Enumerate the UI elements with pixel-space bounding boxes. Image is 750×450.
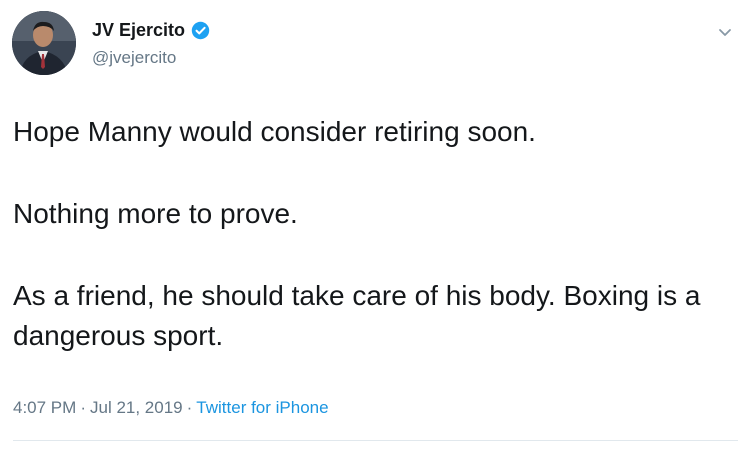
- author-handle[interactable]: @jvejercito: [92, 48, 176, 68]
- tweet-paragraph: As a friend, he should take care of his …: [13, 280, 701, 351]
- verified-badge-icon: [191, 21, 210, 40]
- avatar[interactable]: [12, 11, 76, 75]
- tweet-text: Hope Manny would consider retiring soon.…: [13, 112, 738, 356]
- tweet-date[interactable]: Jul 21, 2019: [90, 398, 183, 417]
- author-name-row[interactable]: JV Ejercito: [92, 20, 210, 41]
- meta-separator: ·: [186, 398, 193, 417]
- tweet-menu-button[interactable]: [712, 22, 738, 44]
- meta-separator: ·: [80, 398, 86, 417]
- tweet-time[interactable]: 4:07 PM: [13, 398, 76, 417]
- tweet-paragraph: Hope Manny would consider retiring soon.: [13, 116, 536, 147]
- tweet-paragraph: Nothing more to prove.: [13, 198, 298, 229]
- tweet-source-link[interactable]: Twitter for iPhone: [196, 398, 328, 417]
- profile-photo-icon: [12, 11, 76, 75]
- tweet-card: JV Ejercito @jvejercito Hope Manny would…: [0, 0, 750, 450]
- divider: [13, 440, 738, 441]
- tweet-metadata: 4:07 PM · Jul 21, 2019 · Twitter for iPhone: [13, 398, 329, 418]
- chevron-down-icon: [719, 29, 731, 36]
- author-name[interactable]: JV Ejercito: [92, 20, 185, 41]
